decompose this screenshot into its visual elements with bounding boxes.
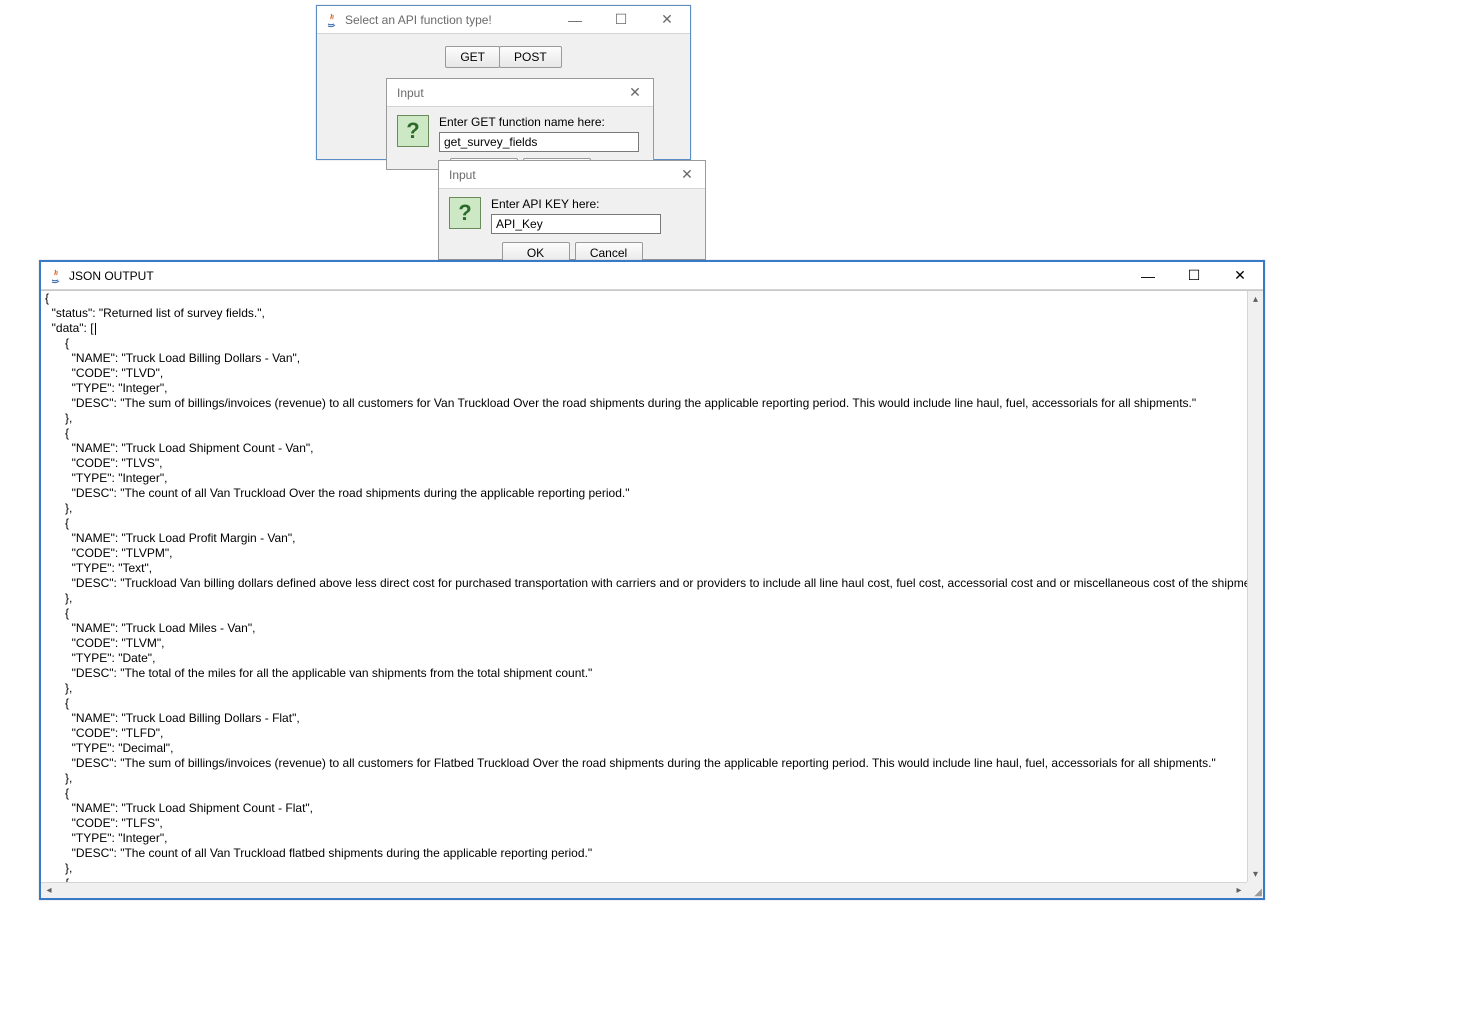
input-dialog-api-key: Input ✕ ? Enter API KEY here: OK Cancel — [438, 160, 706, 260]
post-button[interactable]: POST — [499, 46, 562, 68]
get-button[interactable]: GET — [445, 46, 500, 68]
java-icon — [323, 12, 339, 28]
window-title: JSON OUTPUT — [69, 269, 154, 283]
java-icon — [47, 268, 63, 284]
titlebar[interactable]: Input ✕ — [439, 161, 705, 189]
json-output-window: JSON OUTPUT — ☐ ✕ { "status": "Returned … — [39, 260, 1265, 900]
titlebar[interactable]: JSON OUTPUT — ☐ ✕ — [41, 262, 1263, 290]
input-dialog-function-name: Input ✕ ? Enter GET function name here: — [386, 78, 654, 170]
vertical-scrollbar[interactable]: ▴ ▾ — [1247, 291, 1263, 882]
minimize-button[interactable]: — — [552, 6, 598, 34]
maximize-button[interactable]: ☐ — [1171, 262, 1217, 290]
close-button[interactable]: ✕ — [644, 6, 690, 34]
close-button[interactable]: ✕ — [617, 79, 653, 107]
dialog-label: Enter GET function name here: — [439, 115, 639, 129]
maximize-button[interactable]: ☐ — [598, 6, 644, 34]
question-icon: ? — [449, 197, 481, 229]
resize-grip[interactable]: ◢ — [1247, 882, 1263, 898]
dialog-title: Input — [445, 168, 476, 182]
dialog-title: Input — [393, 86, 424, 100]
json-text-area[interactable]: { "status": "Returned list of survey fie… — [41, 291, 1247, 882]
titlebar[interactable]: Input ✕ — [387, 79, 653, 107]
close-button[interactable]: ✕ — [669, 161, 705, 189]
api-key-input[interactable] — [491, 214, 661, 234]
scroll-up-icon[interactable]: ▴ — [1248, 291, 1263, 307]
window-title: Select an API function type! — [345, 13, 492, 27]
question-icon: ? — [397, 115, 429, 147]
function-name-input[interactable] — [439, 132, 639, 152]
scroll-right-icon[interactable]: ▸ — [1231, 883, 1247, 898]
minimize-button[interactable]: — — [1125, 262, 1171, 290]
dialog-label: Enter API KEY here: — [491, 197, 661, 211]
scroll-left-icon[interactable]: ◂ — [41, 883, 57, 898]
scroll-down-icon[interactable]: ▾ — [1248, 866, 1263, 882]
titlebar[interactable]: Select an API function type! — ☐ ✕ — [317, 6, 690, 34]
close-button[interactable]: ✕ — [1217, 262, 1263, 290]
horizontal-scrollbar[interactable]: ◂ ▸ — [41, 882, 1247, 898]
